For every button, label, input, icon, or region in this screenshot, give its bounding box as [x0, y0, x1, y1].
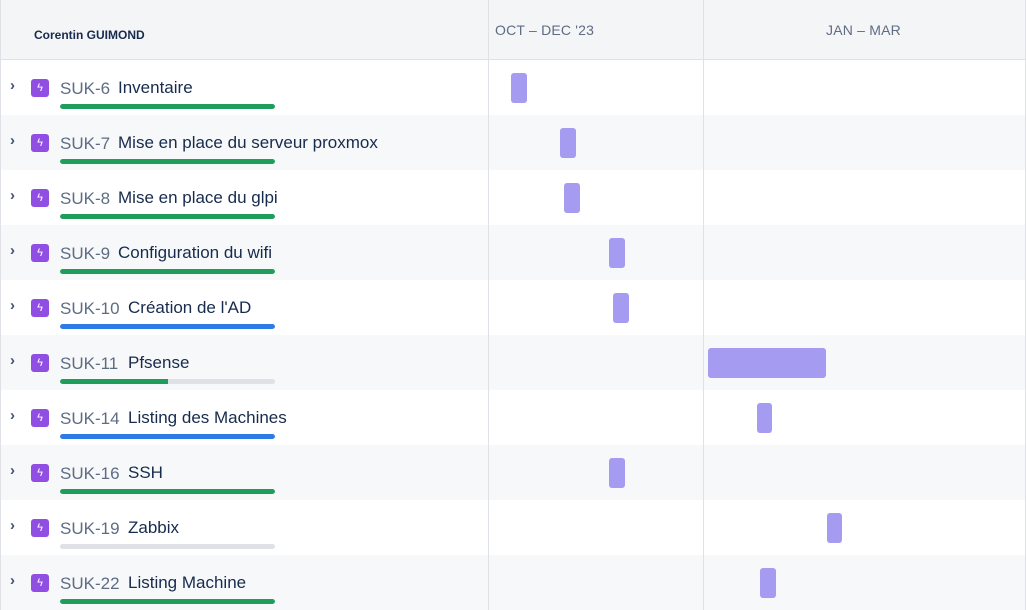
- timeline-bar[interactable]: [613, 293, 629, 323]
- progress-fill: [60, 324, 275, 329]
- progress-fill: [60, 599, 275, 604]
- issue-title[interactable]: Configuration du wifi: [118, 243, 272, 263]
- timeline-bar[interactable]: [757, 403, 772, 433]
- chevron-right-icon[interactable]: ›: [10, 133, 22, 148]
- owner-name: Corentin GUIMOND: [34, 28, 145, 42]
- progress-bar: [60, 214, 275, 219]
- chevron-right-icon[interactable]: ›: [10, 243, 22, 258]
- progress-fill: [60, 379, 168, 384]
- timeline-bar[interactable]: [564, 183, 580, 213]
- issue-title[interactable]: Inventaire: [118, 78, 193, 98]
- issue-key[interactable]: SUK-19: [60, 519, 120, 539]
- issue-title[interactable]: Mise en place du serveur proxmox: [118, 133, 378, 153]
- chevron-right-icon[interactable]: ›: [10, 518, 22, 533]
- issue-key[interactable]: SUK-8: [60, 189, 110, 209]
- month-divider: [703, 0, 704, 610]
- issue-title[interactable]: Mise en place du glpi: [118, 188, 278, 208]
- progress-bar: [60, 434, 275, 439]
- epic-icon: ϟ: [31, 464, 49, 482]
- chevron-right-icon[interactable]: ›: [10, 573, 22, 588]
- issue-row[interactable]: › ϟ SUK-9 Configuration du wifi: [0, 225, 1026, 280]
- issue-title[interactable]: Listing des Machines: [128, 408, 287, 428]
- epic-icon: ϟ: [31, 519, 49, 537]
- progress-bar: [60, 159, 275, 164]
- epic-icon: ϟ: [31, 79, 49, 97]
- chevron-right-icon[interactable]: ›: [10, 408, 22, 423]
- progress-fill: [60, 104, 275, 109]
- progress-bar: [60, 269, 275, 274]
- issue-title[interactable]: Création de l'AD: [128, 298, 251, 318]
- issue-key[interactable]: SUK-9: [60, 244, 110, 264]
- issue-row[interactable]: › ϟ SUK-7 Mise en place du serveur proxmox: [0, 115, 1026, 170]
- issue-key[interactable]: SUK-16: [60, 464, 120, 484]
- issue-row[interactable]: › ϟ SUK-8 Mise en place du glpi: [0, 170, 1026, 225]
- period-jan-mar: JAN – MAR: [826, 22, 901, 38]
- issue-row[interactable]: › ϟ SUK-14 Listing des Machines: [0, 390, 1026, 445]
- chevron-right-icon[interactable]: ›: [10, 298, 22, 313]
- epic-icon: ϟ: [31, 299, 49, 317]
- progress-bar: [60, 104, 275, 109]
- issue-title[interactable]: Listing Machine: [128, 573, 246, 593]
- progress-bar: [60, 324, 275, 329]
- issue-row[interactable]: › ϟ SUK-19 Zabbix: [0, 500, 1026, 555]
- timeline-header: Corentin GUIMOND OCT – DEC '23 JAN – MAR: [0, 0, 1026, 60]
- issue-key[interactable]: SUK-6: [60, 79, 110, 99]
- epic-icon: ϟ: [31, 354, 49, 372]
- issue-row[interactable]: › ϟ SUK-16 SSH: [0, 445, 1026, 500]
- chevron-right-icon[interactable]: ›: [10, 353, 22, 368]
- chevron-right-icon[interactable]: ›: [10, 463, 22, 478]
- issue-key[interactable]: SUK-10: [60, 299, 120, 319]
- timeline-bar[interactable]: [609, 238, 625, 268]
- issue-title[interactable]: Zabbix: [128, 518, 179, 538]
- epic-icon: ϟ: [31, 189, 49, 207]
- period-oct-dec: OCT – DEC '23: [495, 22, 595, 38]
- issue-row[interactable]: › ϟ SUK-10 Création de l'AD: [0, 280, 1026, 335]
- timeline-bar[interactable]: [511, 73, 527, 103]
- progress-bar: [60, 489, 275, 494]
- list-divider: [488, 0, 489, 610]
- progress-fill: [60, 214, 275, 219]
- epic-icon: ϟ: [31, 574, 49, 592]
- progress-bar: [60, 599, 275, 604]
- epic-icon: ϟ: [31, 409, 49, 427]
- issue-title[interactable]: SSH: [128, 463, 163, 483]
- timeline-bar[interactable]: [827, 513, 842, 543]
- timeline-bar[interactable]: [708, 348, 826, 378]
- issue-row[interactable]: › ϟ SUK-6 Inventaire: [0, 60, 1026, 115]
- progress-fill: [60, 269, 275, 274]
- progress-fill: [60, 489, 275, 494]
- issue-key[interactable]: SUK-14: [60, 409, 120, 429]
- issue-key[interactable]: SUK-22: [60, 574, 120, 594]
- issue-rows: › ϟ SUK-6 Inventaire › ϟ SUK-7 Mise en place du…: [0, 60, 1026, 610]
- timeline-bar[interactable]: [560, 128, 576, 158]
- epic-icon: ϟ: [31, 244, 49, 262]
- progress-bar: [60, 544, 275, 549]
- timeline-bar[interactable]: [609, 458, 625, 488]
- chevron-right-icon[interactable]: ›: [10, 78, 22, 93]
- issue-row[interactable]: › ϟ SUK-11 Pfsense: [0, 335, 1026, 390]
- timeline-bar[interactable]: [760, 568, 776, 598]
- progress-fill: [60, 434, 275, 439]
- issue-row[interactable]: › ϟ SUK-22 Listing Machine: [0, 555, 1026, 610]
- left-border: [0, 0, 1, 610]
- roadmap-timeline: Corentin GUIMOND OCT – DEC '23 JAN – MAR…: [0, 0, 1026, 610]
- progress-fill: [60, 159, 275, 164]
- issue-key[interactable]: SUK-11: [60, 354, 118, 374]
- chevron-right-icon[interactable]: ›: [10, 188, 22, 203]
- epic-icon: ϟ: [31, 134, 49, 152]
- issue-title[interactable]: Pfsense: [128, 353, 189, 373]
- issue-key[interactable]: SUK-7: [60, 134, 110, 154]
- progress-bar: [60, 379, 275, 384]
